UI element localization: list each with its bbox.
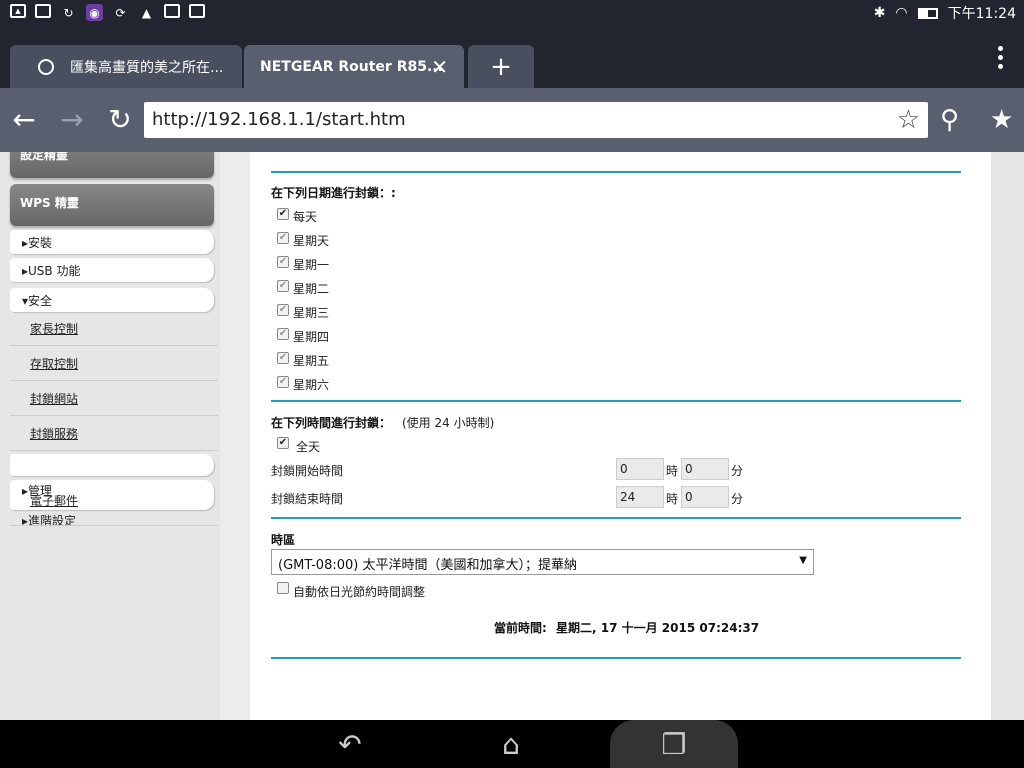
day-checkbox[interactable]: ✔ [277,280,289,292]
overflow-menu-icon[interactable] [998,46,1004,69]
sync-icon: ↻ [63,5,74,20]
menu-usb[interactable]: ▸USB 功能 [10,258,214,282]
image-icon: ▲ [10,4,26,18]
tab-inactive[interactable]: 匯集高畫質的美之所在... [10,45,242,88]
sidebar-item-email[interactable]: 電子郵件 [30,492,78,509]
setup-wizard-button[interactable]: 設定精靈 [10,152,214,178]
divider [271,657,961,659]
divider [271,400,961,402]
router-sidebar: 設定精靈 WPS 精靈 ▸安裝 ▸USB 功能 ▾安全 家長控制 存取控制 封鎖… [0,152,250,720]
time-title: 在下列時間進行封鎖： [271,416,392,430]
day-label: 星期二 [293,282,330,296]
search-icon[interactable]: ⚲ [940,105,959,135]
day-label: 星期四 [293,330,330,344]
tab-strip: 匯集高畫質的美之所在... NETGEAR Router R85... ✕ + [0,26,1024,88]
bluetooth-icon: ✱ [873,5,886,21]
start-hour-input[interactable]: 0 [616,458,664,480]
days-title: 在下列日期進行封鎖：: [271,186,396,200]
all-day-checkbox[interactable]: ✔ [277,437,289,449]
day-label: 星期五 [293,354,330,368]
every-day-label: 每天 [293,210,318,224]
app-icon: ◉ [86,4,103,21]
sidebar-item-block-sites[interactable]: 封鎖網站 [10,382,218,416]
day-checkbox[interactable]: ✔ [277,232,289,244]
recent-apps-icon[interactable]: ❐ [610,720,738,768]
day-label: 星期一 [293,258,330,272]
end-minute-input[interactable]: 0 [681,486,729,508]
briefcase-icon [189,4,205,18]
divider [271,517,961,519]
tab-title: 匯集高畫質的美之所在... [70,59,224,76]
close-tab-icon[interactable]: ✕ [431,55,448,79]
menu-blank [10,454,214,476]
timezone-value: (GMT-08:00) 太平洋時間（美國和加拿大）；提華納 [278,558,577,573]
battery-icon [917,7,938,19]
day-checkbox[interactable]: ✔ [277,352,289,364]
day-checkbox[interactable]: ✔ [277,376,289,388]
status-bar: ▲ ↻ ◉ ⟳ ▲ ✱ ◠ 下午11:24 [0,0,1024,26]
globe-icon [38,58,54,75]
system-nav-bar: ↶ ⌂ ❐ [0,720,1024,768]
start-minute-input[interactable]: 0 [681,458,729,480]
sidebar-item-access-control[interactable]: 存取控制 [10,347,218,381]
day-label: 星期三 [293,306,330,320]
reload-icon[interactable]: ↻ [104,104,136,136]
tab-active[interactable]: NETGEAR Router R85... ✕ [244,45,464,88]
current-time-label: 當前時間: [494,621,547,635]
back-icon[interactable]: ↶ [320,728,380,761]
day-checkbox[interactable]: ✔ [277,328,289,340]
browser-toolbar: ← → ↻ http://192.168.1.1/start.htm ☆ ⚲ ★ [0,88,1024,152]
camera-icon [164,4,180,18]
wps-wizard-button[interactable]: WPS 精靈 [10,184,214,226]
dropdown-arrow-icon: ▼ [799,555,807,566]
block-schedule-panel: 在下列日期進行封鎖：: ✔ 每天 ✔ 星期天 ✔ 星期一 ✔ 星期二 ✔ 星期三… [250,152,991,720]
start-time-label: 封鎖開始時間 [271,464,344,478]
dst-label: 自動依日光節約時間調整 [293,585,426,599]
menu-install[interactable]: ▸安裝 [10,230,214,254]
dst-checkbox[interactable] [277,582,289,594]
day-label: 星期六 [293,378,330,392]
divider [271,171,961,173]
bookmarks-icon[interactable]: ★ [990,105,1013,135]
asus-icon [35,4,51,18]
every-day-checkbox[interactable]: ✔ [277,208,289,220]
address-bar[interactable]: http://192.168.1.1/start.htm ☆ [144,102,928,138]
timezone-select[interactable]: (GMT-08:00) 太平洋時間（美國和加拿大）；提華納 ▼ [271,549,814,575]
forward-arrow-icon[interactable]: → [56,104,88,136]
end-hour-input[interactable]: 24 [616,486,664,508]
minute-unit: 分 [731,492,744,506]
timezone-title: 時區 [271,533,296,547]
new-tab-button[interactable]: + [468,45,534,88]
day-checkbox[interactable]: ✔ [277,304,289,316]
clock: 下午11:24 [947,6,1016,22]
menu-advanced[interactable]: ▸進階設定 [22,512,76,529]
minute-unit: 分 [731,464,744,478]
speed-icon: ⟳ [115,5,126,20]
sidebar-item-block-services[interactable]: 封鎖服務 [10,417,218,451]
time-note: (使用 24 小時制) [402,416,495,430]
url-text[interactable]: http://192.168.1.1/start.htm [152,109,406,130]
tab-title: NETGEAR Router R85... [260,58,443,75]
bookmark-star-icon[interactable]: ☆ [897,105,920,135]
back-arrow-icon[interactable]: ← [8,104,40,136]
hour-unit: 時 [666,492,679,506]
sidebar-item-parental-control[interactable]: 家長控制 [10,312,218,346]
alert-icon: ▲ [141,5,152,20]
all-day-label: 全天 [296,440,321,454]
day-checkbox[interactable]: ✔ [277,256,289,268]
menu-security[interactable]: ▾安全 [10,288,214,312]
end-time-label: 封鎖結束時間 [271,492,344,506]
current-time-value: 星期二, 17 十一月 2015 07:24:37 [556,621,760,635]
hour-unit: 時 [666,464,679,478]
home-icon[interactable]: ⌂ [481,728,541,761]
wifi-icon: ◠ [895,5,908,21]
day-label: 星期天 [293,234,330,248]
